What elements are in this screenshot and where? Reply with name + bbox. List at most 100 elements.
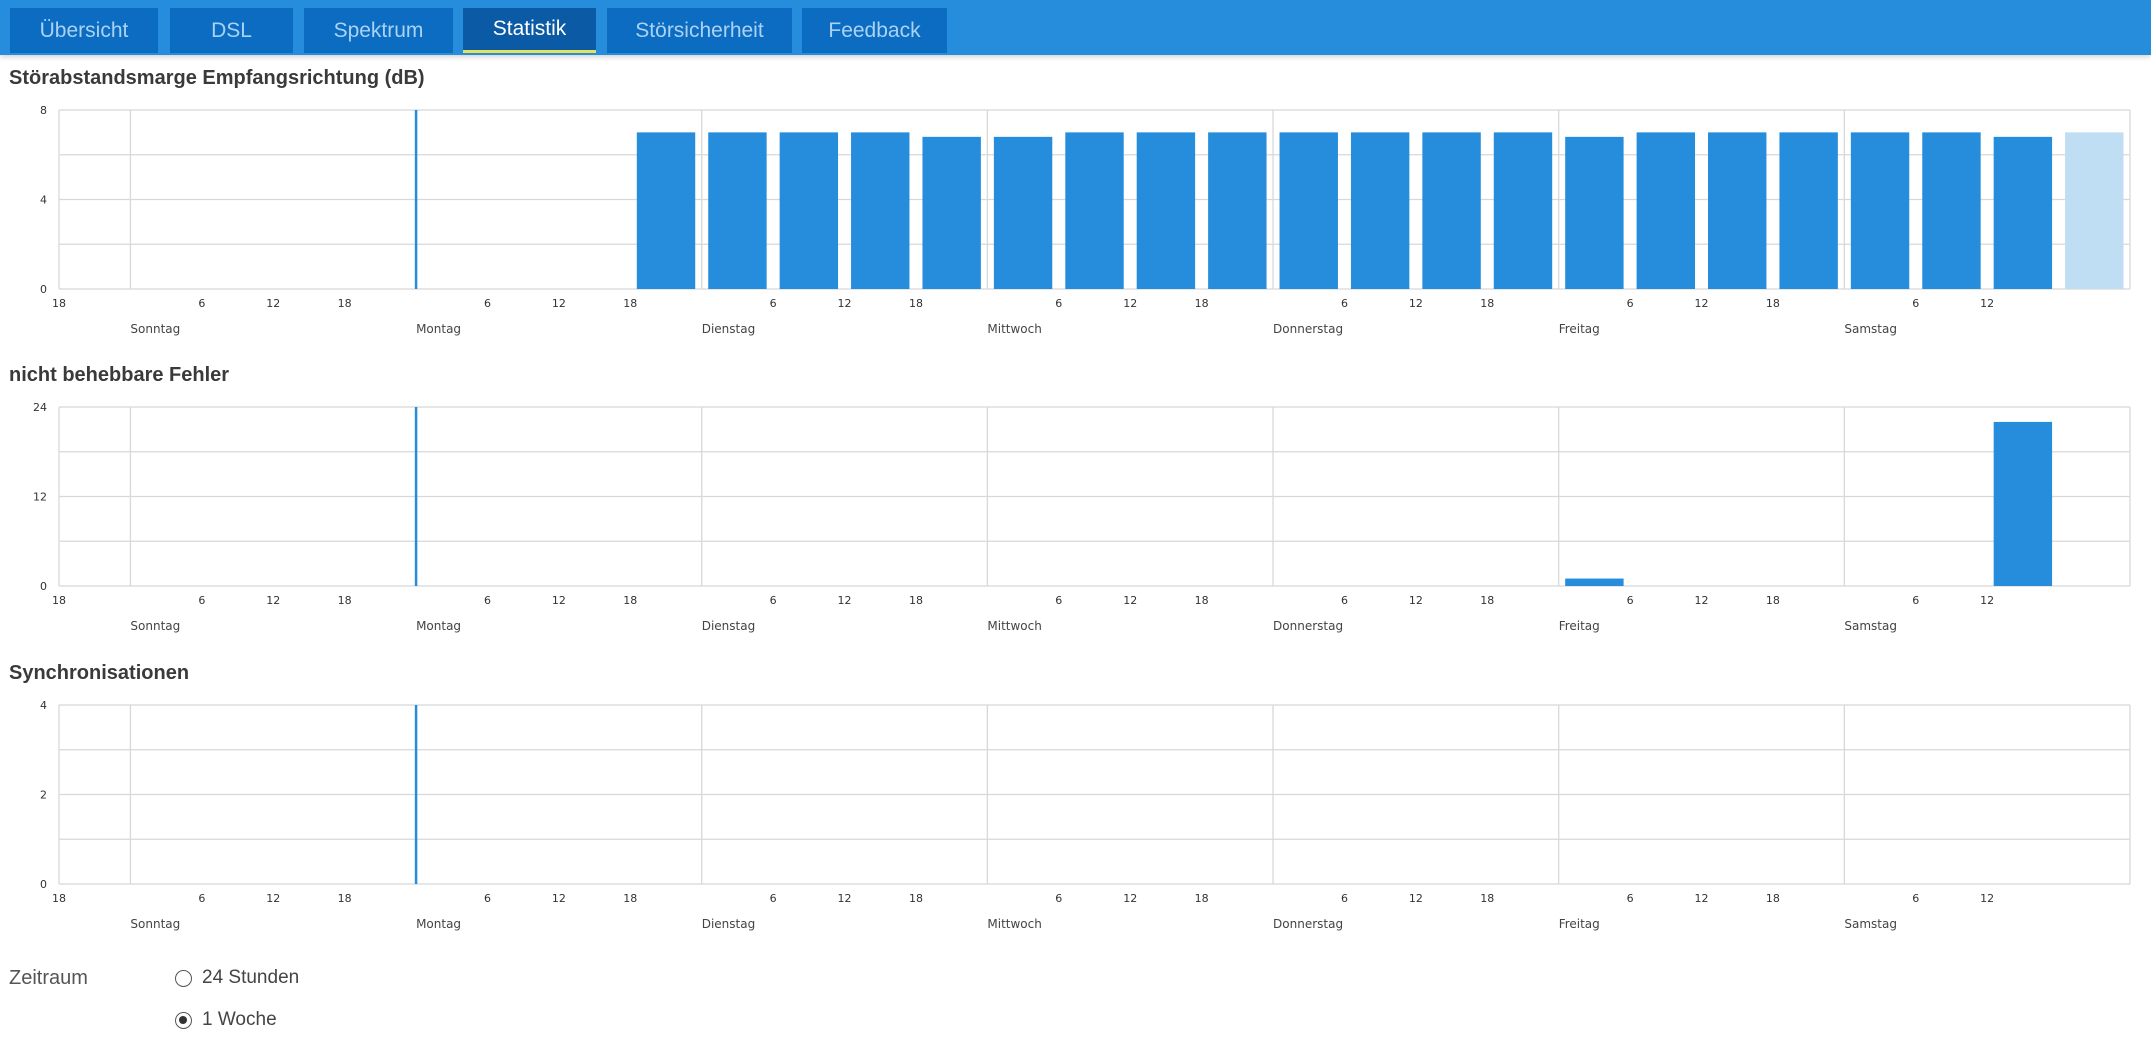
x-tick-label: 12 [1123, 892, 1137, 905]
y-tick-label: 2 [40, 789, 47, 802]
x-tick-label: 12 [552, 892, 566, 905]
day-label: Sonntag [130, 917, 180, 931]
x-tick-label: 12 [838, 594, 852, 607]
x-tick-label: 18 [52, 594, 66, 607]
synchronisations-chart: 0 2 4 18 6 12 18 6 12 18 6 12 18 6 12 18 6 12 18 6 12 18 6 12 So… [40, 699, 2131, 931]
x-tick-label: 6 [770, 297, 777, 310]
x-tick-label: 18 [1480, 892, 1494, 905]
day-label: Samstag [1844, 619, 1897, 633]
day-label: Mittwoch [987, 619, 1041, 633]
x-tick-label: 6 [770, 892, 777, 905]
bar [1350, 132, 1410, 289]
x-tick-label: 18 [909, 594, 923, 607]
tab-spektrum[interactable]: Spektrum [304, 8, 453, 53]
x-tick-label: 6 [1055, 297, 1062, 310]
y-tick-label: 8 [40, 104, 47, 117]
x-tick-label: 18 [623, 297, 637, 310]
bar [1850, 132, 1910, 289]
radio-1-week[interactable] [175, 1011, 192, 1029]
x-tick-label: 12 [1409, 297, 1423, 310]
x-tick-label: 12 [838, 892, 852, 905]
y-tick-label: 4 [40, 194, 47, 207]
x-tick-label: 18 [1195, 594, 1209, 607]
day-label: Sonntag [130, 322, 180, 336]
sync-chart-title: Synchronisationen [9, 662, 190, 684]
day-label: Mittwoch [987, 322, 1041, 336]
bar [1493, 132, 1553, 289]
x-tick-label: 18 [909, 297, 923, 310]
x-tick-label: 18 [338, 892, 352, 905]
bar [1208, 132, 1267, 289]
x-tick-label: 6 [484, 297, 491, 310]
x-tick-label: 12 [1123, 594, 1137, 607]
day-label: Dienstag [702, 917, 756, 931]
x-tick-label: 6 [1341, 297, 1348, 310]
x-tick-label: 6 [1341, 594, 1348, 607]
bar [1993, 136, 2053, 289]
x-tick-label: 12 [552, 297, 566, 310]
x-tick-label: 18 [52, 297, 66, 310]
bar [1565, 578, 1624, 586]
y-tick-label: 0 [40, 878, 47, 891]
day-label: Montag [416, 917, 461, 931]
tab-feedback[interactable]: Feedback [802, 8, 947, 53]
x-tick-label: 6 [1055, 892, 1062, 905]
x-tick-label: 18 [623, 594, 637, 607]
snr-margin-chart-title: Störabstandsmarge Empfangsrichtung (dB) [9, 67, 425, 89]
x-tick-label: 6 [1627, 892, 1634, 905]
x-tick-label: 6 [1055, 594, 1062, 607]
x-tick-label: 6 [484, 892, 491, 905]
x-tick-label: 6 [1912, 594, 1919, 607]
bar-current [2065, 132, 2124, 289]
bar [993, 136, 1053, 289]
day-label: Donnerstag [1273, 322, 1343, 336]
x-tick-label: 18 [623, 892, 637, 905]
tab-stoersicherheit[interactable]: Störsicherheit [607, 8, 792, 53]
x-tick-label: 18 [338, 594, 352, 607]
tab-dsl[interactable]: DSL [170, 8, 293, 53]
timeframe-label: Zeitraum [9, 967, 88, 989]
day-label: Freitag [1559, 322, 1600, 336]
bar [1636, 132, 1696, 289]
x-tick-label: 12 [1980, 297, 1994, 310]
radio-24h-label: 24 Stunden [202, 967, 300, 988]
x-tick-label: 6 [198, 892, 205, 905]
x-tick-label: 12 [1695, 297, 1709, 310]
day-label: Montag [416, 322, 461, 336]
uncorrectable-errors-chart: 0 12 24 18 6 12 18 6 12 18 6 12 18 6 12 18 6 12 18 6 12 18 6 12… [33, 401, 2131, 633]
x-tick-label: 18 [338, 297, 352, 310]
tab-bar: Übersicht DSL Spektrum Statistik Störsic… [0, 0, 2151, 55]
bar [779, 132, 839, 289]
bar [636, 132, 696, 289]
x-tick-label: 12 [552, 594, 566, 607]
x-tick-label: 12 [1409, 594, 1423, 607]
x-tick-label: 6 [770, 594, 777, 607]
x-tick-label: 12 [1409, 892, 1423, 905]
x-tick-label: 12 [1695, 594, 1709, 607]
x-tick-label: 18 [52, 892, 66, 905]
x-tick-label: 6 [1627, 594, 1634, 607]
timeframe-option-1-week[interactable]: 1 Woche [175, 1009, 277, 1031]
x-tick-label: 12 [1980, 892, 1994, 905]
tab-statistik[interactable]: Statistik [463, 8, 596, 53]
day-label: Donnerstag [1273, 917, 1343, 931]
bar [1993, 421, 2053, 586]
bar [1065, 132, 1124, 289]
timeframe-option-24h[interactable]: 24 Stunden [175, 967, 299, 989]
x-tick-label: 6 [198, 297, 205, 310]
x-tick-label: 12 [1695, 892, 1709, 905]
x-tick-label: 6 [1627, 297, 1634, 310]
x-tick-label: 12 [838, 297, 852, 310]
day-label: Samstag [1844, 322, 1897, 336]
bar [1565, 136, 1624, 289]
radio-24h[interactable] [175, 969, 192, 987]
tab-uebersicht[interactable]: Übersicht [10, 8, 158, 53]
y-tick-label: 12 [33, 491, 47, 504]
x-tick-label: 12 [266, 594, 280, 607]
day-label: Freitag [1559, 917, 1600, 931]
radio-1-week-label: 1 Woche [202, 1009, 277, 1030]
snr-margin-chart: 0 4 8 18 6 12 18 6 12 18 6 12 18 6 12 18 6 12 18 6 12 18 6 12 So… [40, 104, 2131, 336]
y-tick-label: 24 [33, 401, 47, 414]
x-tick-label: 12 [1123, 297, 1137, 310]
x-tick-label: 12 [266, 892, 280, 905]
